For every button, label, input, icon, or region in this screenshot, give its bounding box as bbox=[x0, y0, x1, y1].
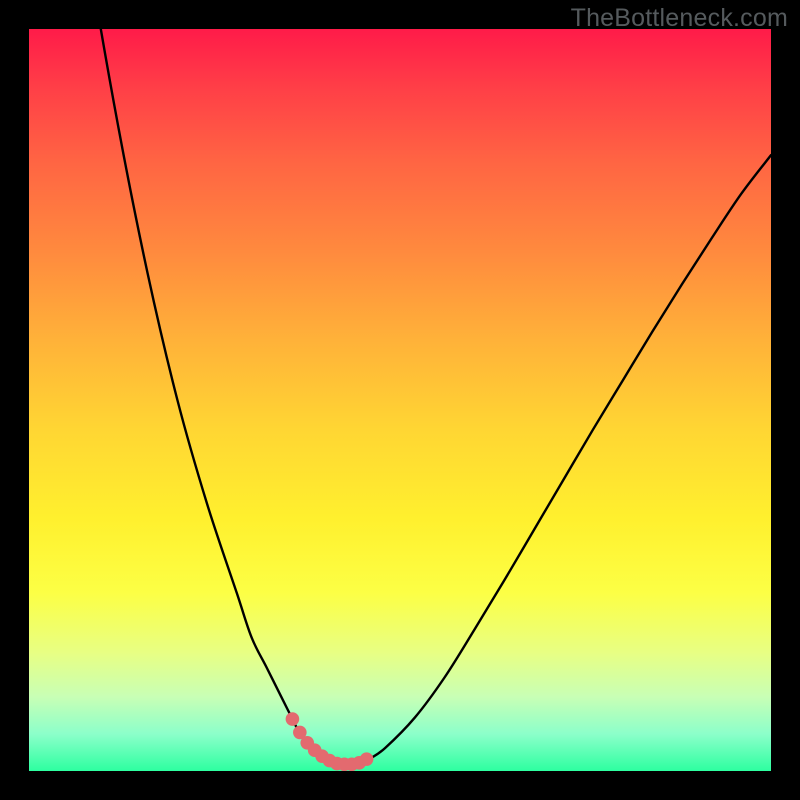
marker-group bbox=[286, 712, 374, 771]
curve-layer bbox=[29, 29, 771, 771]
curve-marker bbox=[286, 712, 300, 726]
curve-marker bbox=[360, 752, 374, 766]
watermark-text: TheBottleneck.com bbox=[571, 4, 788, 33]
bottleneck-curve bbox=[29, 29, 771, 765]
plot-area bbox=[29, 29, 771, 771]
chart-frame: TheBottleneck.com bbox=[0, 0, 800, 800]
